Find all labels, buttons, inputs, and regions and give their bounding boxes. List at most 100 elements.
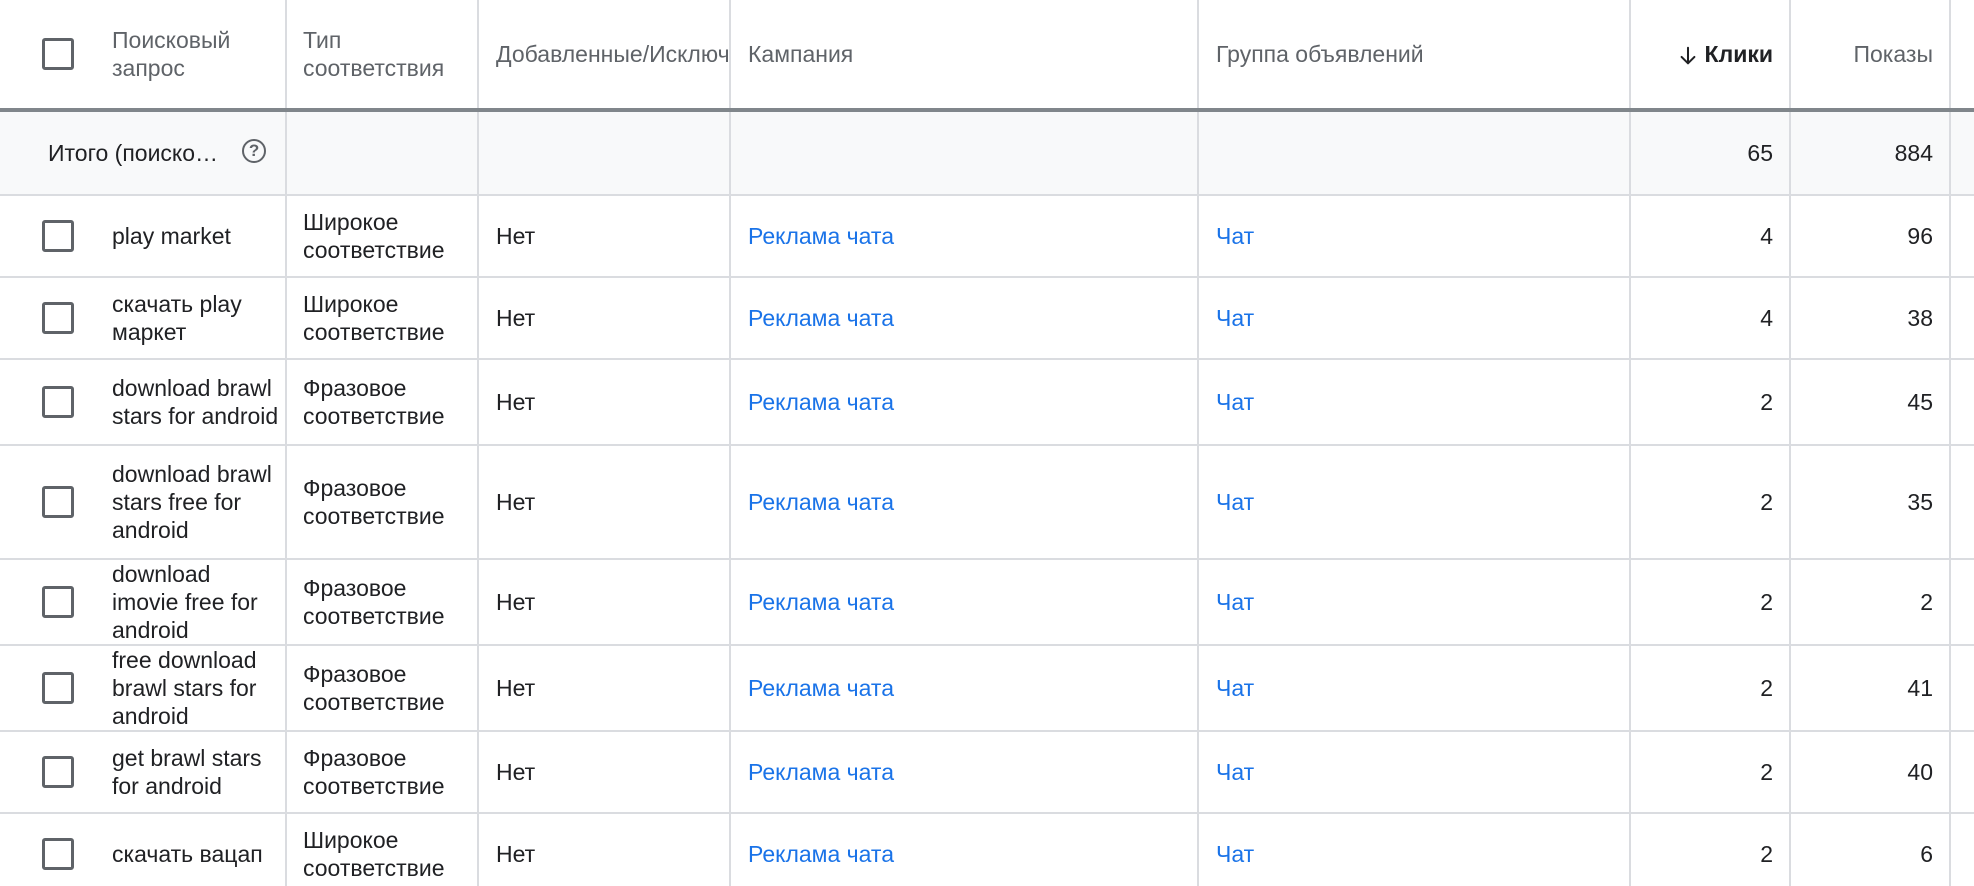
match-type: Фразовое соответствие xyxy=(303,375,445,429)
match-type: Широкое соответствие xyxy=(303,209,445,263)
campaign-link[interactable]: Реклама чата xyxy=(748,304,894,332)
added-excluded: Нет xyxy=(496,589,536,615)
campaign-link[interactable]: Реклама чата xyxy=(748,488,894,516)
column-header-query-label: Поисковый запрос xyxy=(112,27,231,81)
impressions-value: 45 xyxy=(1907,389,1933,415)
campaign-cell: Реклама чата xyxy=(731,560,1199,644)
ad-group-link[interactable]: Чат xyxy=(1216,758,1254,786)
campaign-link[interactable]: Реклама чата xyxy=(748,388,894,416)
help-icon[interactable]: ? xyxy=(242,139,267,163)
added-excluded-cell: Нет xyxy=(479,360,731,444)
campaign-cell: Реклама чата xyxy=(731,278,1199,358)
search-term-cell: скачать вацап xyxy=(98,814,287,886)
clicks-value: 2 xyxy=(1760,389,1773,415)
column-header-match-type[interactable]: Тип соответствия xyxy=(287,0,479,108)
ad-group-cell: Чат xyxy=(1199,814,1631,886)
extra-cell xyxy=(1951,560,1974,644)
added-excluded: Нет xyxy=(496,489,536,515)
impressions-value: 96 xyxy=(1907,223,1933,249)
campaign-cell: Реклама чата xyxy=(731,732,1199,812)
campaign-link[interactable]: Реклама чата xyxy=(748,588,894,616)
row-checkbox-cell xyxy=(0,814,98,886)
table-row: play market Широкое соответствие Нет Рек… xyxy=(0,196,1974,278)
ad-group-link[interactable]: Чат xyxy=(1216,488,1254,516)
column-header-campaign[interactable]: Кампания xyxy=(731,0,1199,108)
column-header-clicks-label: Клики xyxy=(1704,41,1773,67)
column-header-added-excluded[interactable]: Добавленные/Исключенные xyxy=(479,0,731,108)
impressions-cell: 96 xyxy=(1791,196,1951,276)
extra-cell xyxy=(1951,196,1974,276)
clicks-value: 4 xyxy=(1760,305,1773,331)
search-term: get brawl stars for android xyxy=(112,745,262,799)
row-checkbox[interactable] xyxy=(42,220,74,252)
added-excluded-cell: Нет xyxy=(479,446,731,558)
column-header-clicks[interactable]: Клики xyxy=(1631,0,1791,108)
select-all-checkbox[interactable] xyxy=(42,38,74,70)
search-term: download imovie free for android xyxy=(112,561,258,643)
row-checkbox[interactable] xyxy=(42,486,74,518)
table-row: get brawl stars for android Фразовое соо… xyxy=(0,732,1974,814)
row-checkbox[interactable] xyxy=(42,586,74,618)
extra-cell xyxy=(1951,446,1974,558)
row-checkbox-cell xyxy=(0,560,98,644)
row-checkbox[interactable] xyxy=(42,302,74,334)
column-header-ad-group[interactable]: Группа объявлений xyxy=(1199,0,1631,108)
search-term-cell: get brawl stars for android xyxy=(98,732,287,812)
total-campaign-cell xyxy=(731,112,1199,194)
header-select-all-cell xyxy=(0,0,98,108)
campaign-link[interactable]: Реклама чата xyxy=(748,674,894,702)
arrow-down-icon xyxy=(1680,46,1695,65)
ad-group-link[interactable]: Чат xyxy=(1216,222,1254,250)
match-type: Фразовое соответствие xyxy=(303,475,445,529)
ad-group-link[interactable]: Чат xyxy=(1216,588,1254,616)
row-checkbox-cell xyxy=(0,646,98,730)
row-checkbox[interactable] xyxy=(42,838,74,870)
ad-group-cell: Чат xyxy=(1199,360,1631,444)
ad-group-cell: Чат xyxy=(1199,646,1631,730)
ad-group-cell: Чат xyxy=(1199,732,1631,812)
impressions-cell: 45 xyxy=(1791,360,1951,444)
row-checkbox-cell xyxy=(0,360,98,444)
total-added-cell xyxy=(479,112,731,194)
match-type-cell: Фразовое соответствие xyxy=(287,560,479,644)
campaign-link[interactable]: Реклама чата xyxy=(748,758,894,786)
search-term: download brawl stars free for android xyxy=(112,461,272,543)
ad-group-link[interactable]: Чат xyxy=(1216,304,1254,332)
total-impressions-value: 884 xyxy=(1894,140,1933,166)
match-type: Широкое соответствие xyxy=(303,827,445,881)
column-header-ad-group-label: Группа объявлений xyxy=(1216,41,1424,67)
total-ad-group-cell xyxy=(1199,112,1631,194)
row-checkbox-cell xyxy=(0,732,98,812)
row-checkbox[interactable] xyxy=(42,672,74,704)
column-header-match-type-label: Тип соответствия xyxy=(303,27,445,81)
clicks-value: 4 xyxy=(1760,223,1773,249)
search-term-cell: download imovie free for android xyxy=(98,560,287,644)
match-type: Широкое соответствие xyxy=(303,291,445,345)
impressions-value: 35 xyxy=(1907,489,1933,515)
campaign-link[interactable]: Реклама чата xyxy=(748,222,894,250)
extra-cell xyxy=(1951,278,1974,358)
ad-group-link[interactable]: Чат xyxy=(1216,674,1254,702)
ad-group-link[interactable]: Чат xyxy=(1216,388,1254,416)
table-row: download brawl stars for android Фразово… xyxy=(0,360,1974,446)
campaign-link[interactable]: Реклама чата xyxy=(748,840,894,868)
ad-group-cell: Чат xyxy=(1199,446,1631,558)
help-icon-glyph: ? xyxy=(248,141,260,160)
table-header: Поисковый запрос Тип соответствия Добавл… xyxy=(0,0,1974,112)
column-header-query[interactable]: Поисковый запрос xyxy=(98,0,287,108)
column-header-impressions[interactable]: Показы xyxy=(1791,0,1951,108)
match-type-cell: Фразовое соответствие xyxy=(287,360,479,444)
ad-group-link[interactable]: Чат xyxy=(1216,840,1254,868)
added-excluded-cell: Нет xyxy=(479,196,731,276)
impressions-value: 38 xyxy=(1907,305,1933,331)
row-checkbox[interactable] xyxy=(42,386,74,418)
column-header-added-excluded-label: Добавленные/Исключенные xyxy=(496,41,730,67)
search-term: скачать play маркет xyxy=(112,291,242,345)
added-excluded-cell: Нет xyxy=(479,646,731,730)
search-terms-table: Поисковый запрос Тип соответствия Добавл… xyxy=(0,0,1974,886)
row-checkbox-cell xyxy=(0,196,98,276)
column-header-extra xyxy=(1951,0,1974,108)
row-checkbox[interactable] xyxy=(42,756,74,788)
campaign-cell: Реклама чата xyxy=(731,196,1199,276)
search-term-cell: download brawl stars free for android xyxy=(98,446,287,558)
